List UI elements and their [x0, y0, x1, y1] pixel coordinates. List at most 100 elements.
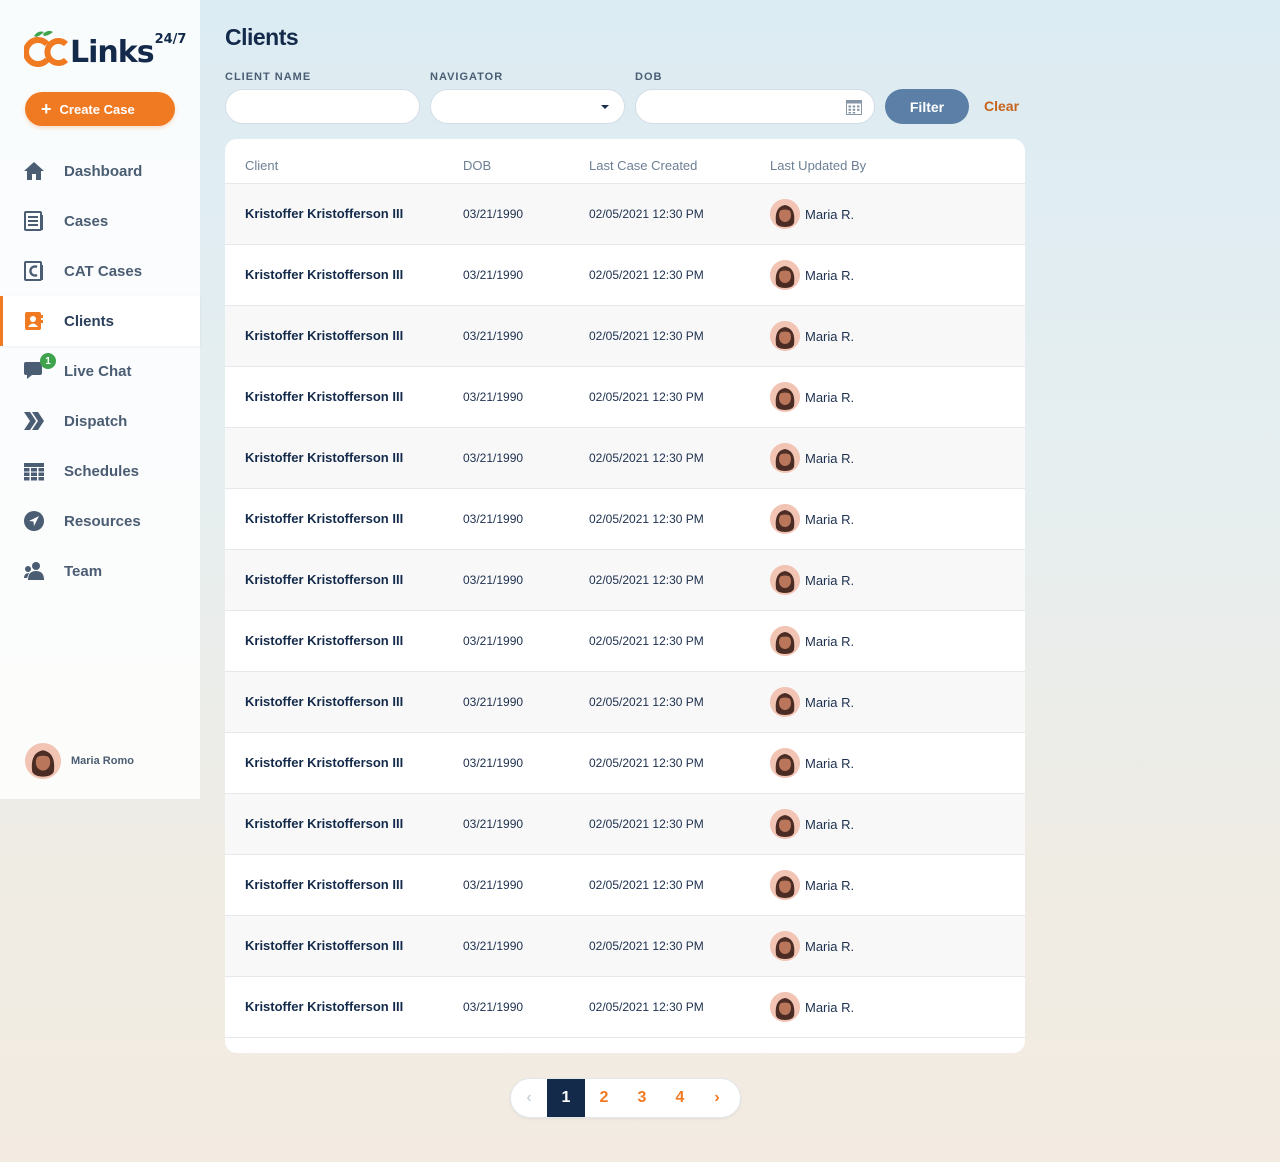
team-icon: [24, 561, 44, 581]
dob-cell: 03/21/1990: [463, 695, 524, 709]
client-name-cell[interactable]: Kristoffer Kristofferson III: [245, 572, 403, 587]
next-page-button[interactable]: ›: [699, 1079, 735, 1117]
clients-table: Client DOB Last Case Created Last Update…: [225, 139, 1025, 1053]
table-row[interactable]: Kristoffer Kristofferson III 03/21/1990 02…: [225, 245, 1025, 306]
last-updated-by-cell: Maria R.: [770, 931, 854, 961]
last-updated-by-cell: Maria R.: [770, 992, 854, 1022]
sidebar-item-label: Schedules: [64, 462, 140, 480]
dob-date-input[interactable]: [635, 89, 875, 124]
column-header-dob[interactable]: DOB: [463, 158, 491, 173]
avatar: [770, 809, 800, 839]
client-name-input[interactable]: [225, 89, 420, 124]
table-row[interactable]: Kristoffer Kristofferson III 03/21/1990 02…: [225, 184, 1025, 245]
last-updated-by-cell: Maria R.: [770, 321, 854, 351]
client-name-cell[interactable]: Kristoffer Kristofferson III: [245, 328, 403, 343]
last-case-created-cell: 02/05/2021 12:30 PM: [589, 634, 704, 648]
sidebar-item-cat-cases[interactable]: CAT Cases: [0, 246, 200, 296]
last-updated-by-cell: Maria R.: [770, 626, 854, 656]
page-2-button[interactable]: 2: [585, 1079, 623, 1117]
avatar: [770, 382, 800, 412]
current-user[interactable]: Maria Romo: [25, 743, 134, 779]
updated-by-name: Maria R.: [805, 816, 855, 832]
table-row[interactable]: Kristoffer Kristofferson III 03/21/1990 02…: [225, 367, 1025, 428]
client-name-cell[interactable]: Kristoffer Kristofferson III: [245, 816, 403, 831]
column-header-client[interactable]: Client: [245, 158, 278, 173]
column-header-last-updated-by[interactable]: Last Updated By: [770, 158, 866, 173]
pagination: ‹ 1 2 3 4 ›: [510, 1078, 741, 1118]
table-row[interactable]: Kristoffer Kristofferson III 03/21/1990 02…: [225, 550, 1025, 611]
table-row[interactable]: Kristoffer Kristofferson III 03/21/1990 02…: [225, 428, 1025, 489]
table-row[interactable]: Kristoffer Kristofferson III 03/21/1990 02…: [225, 855, 1025, 916]
avatar: [770, 687, 800, 717]
sidebar-item-team[interactable]: Team: [0, 546, 200, 596]
updated-by-name: Maria R.: [805, 511, 855, 527]
sidebar-item-label: Resources: [64, 512, 141, 530]
sidebar-item-schedules[interactable]: Schedules: [0, 446, 200, 496]
sidebar-item-label: CAT Cases: [64, 262, 143, 280]
client-name-label: CLIENT NAME: [225, 71, 312, 83]
client-name-cell[interactable]: Kristoffer Kristofferson III: [245, 999, 403, 1014]
navigator-select[interactable]: [430, 89, 625, 124]
table-row[interactable]: Kristoffer Kristofferson III 03/21/1990 02…: [225, 977, 1025, 1038]
last-updated-by-cell: Maria R.: [770, 260, 854, 290]
page-1-button[interactable]: 1: [547, 1079, 585, 1117]
table-row[interactable]: Kristoffer Kristofferson III 03/21/1990 02…: [225, 733, 1025, 794]
caret-down-icon: [601, 105, 609, 109]
updated-by-name: Maria R.: [805, 572, 855, 588]
sidebar-item-cases[interactable]: Cases: [0, 196, 200, 246]
table-header: Client DOB Last Case Created Last Update…: [225, 139, 1025, 184]
brand-logo[interactable]: Links 24/7: [23, 26, 186, 70]
dob-cell: 03/21/1990: [463, 878, 524, 892]
client-name-cell[interactable]: Kristoffer Kristofferson III: [245, 389, 403, 404]
last-case-created-cell: 02/05/2021 12:30 PM: [589, 329, 704, 343]
clear-filters-link[interactable]: Clear: [984, 98, 1019, 114]
sidebar-item-dispatch[interactable]: Dispatch: [0, 396, 200, 446]
avatar: [770, 931, 800, 961]
sidebar-item-clients[interactable]: Clients: [0, 296, 200, 346]
client-name-cell[interactable]: Kristoffer Kristofferson III: [245, 511, 403, 526]
client-name-cell[interactable]: Kristoffer Kristofferson III: [245, 877, 403, 892]
last-case-created-cell: 02/05/2021 12:30 PM: [589, 573, 704, 587]
dob-cell: 03/21/1990: [463, 207, 524, 221]
sidebar-nav: Dashboard Cases CAT Cases Clients 1 Live…: [0, 146, 200, 596]
dob-cell: 03/21/1990: [463, 817, 524, 831]
dob-cell: 03/21/1990: [463, 390, 524, 404]
client-name-cell[interactable]: Kristoffer Kristofferson III: [245, 633, 403, 648]
client-name-cell[interactable]: Kristoffer Kristofferson III: [245, 938, 403, 953]
page-3-button[interactable]: 3: [623, 1079, 661, 1117]
client-name-cell[interactable]: Kristoffer Kristofferson III: [245, 694, 403, 709]
last-updated-by-cell: Maria R.: [770, 748, 854, 778]
last-updated-by-cell: Maria R.: [770, 504, 854, 534]
sidebar-item-resources[interactable]: Resources: [0, 496, 200, 546]
sidebar-item-label: Clients: [64, 312, 115, 330]
client-name-cell[interactable]: Kristoffer Kristofferson III: [245, 206, 403, 221]
client-name-cell[interactable]: Kristoffer Kristofferson III: [245, 450, 403, 465]
create-case-button[interactable]: + Create Case: [25, 92, 175, 126]
column-header-last-case-created[interactable]: Last Case Created: [589, 158, 697, 173]
client-name-cell[interactable]: Kristoffer Kristofferson III: [245, 755, 403, 770]
updated-by-name: Maria R.: [805, 877, 855, 893]
table-row[interactable]: Kristoffer Kristofferson III 03/21/1990 02…: [225, 672, 1025, 733]
dob-cell: 03/21/1990: [463, 451, 524, 465]
dob-cell: 03/21/1990: [463, 512, 524, 526]
client-name-cell[interactable]: Kristoffer Kristofferson III: [245, 267, 403, 282]
table-row[interactable]: Kristoffer Kristofferson III 03/21/1990 02…: [225, 611, 1025, 672]
chat-unread-badge: 1: [40, 353, 56, 369]
last-case-created-cell: 02/05/2021 12:30 PM: [589, 451, 704, 465]
sidebar-item-live-chat[interactable]: 1 Live Chat: [0, 346, 200, 396]
brand-name: Links: [70, 35, 155, 70]
table-row[interactable]: Kristoffer Kristofferson III 03/21/1990 02…: [225, 794, 1025, 855]
page-4-button[interactable]: 4: [661, 1079, 699, 1117]
filter-button[interactable]: Filter: [885, 89, 969, 124]
sidebar-item-dashboard[interactable]: Dashboard: [0, 146, 200, 196]
last-updated-by-cell: Maria R.: [770, 199, 854, 229]
table-row[interactable]: Kristoffer Kristofferson III 03/21/1990 02…: [225, 306, 1025, 367]
avatar: [770, 321, 800, 351]
orange-logo-icon: [23, 28, 70, 68]
table-row[interactable]: Kristoffer Kristofferson III 03/21/1990 02…: [225, 916, 1025, 977]
previous-page-button[interactable]: ‹: [511, 1079, 547, 1117]
updated-by-name: Maria R.: [805, 633, 855, 649]
table-row[interactable]: Kristoffer Kristofferson III 03/21/1990 02…: [225, 489, 1025, 550]
last-updated-by-cell: Maria R.: [770, 870, 854, 900]
calendar-picker-icon[interactable]: [846, 99, 862, 115]
